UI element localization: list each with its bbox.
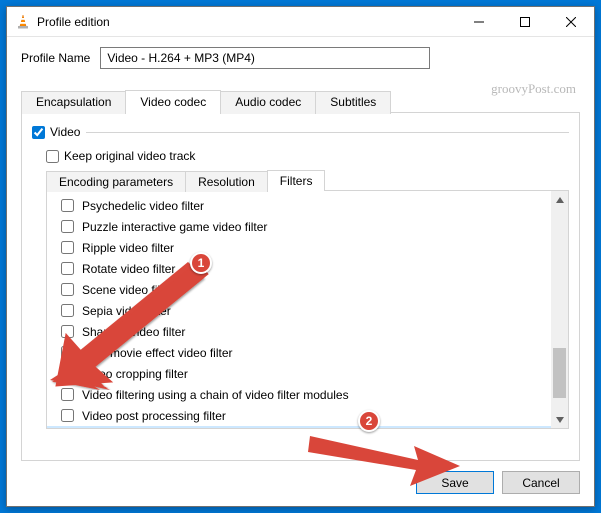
filter-checkbox[interactable] (61, 367, 74, 380)
video-checkbox[interactable] (32, 126, 45, 139)
tab-encapsulation[interactable]: Encapsulation (21, 91, 126, 114)
keep-original-label: Keep original video track (64, 149, 195, 163)
fieldset-line (86, 132, 569, 133)
filter-item[interactable]: VHS movie effect video filter (47, 342, 551, 363)
tab-resolution[interactable]: Resolution (185, 171, 268, 192)
filters-panel: Psychedelic video filter Puzzle interacti… (46, 191, 569, 429)
filter-item[interactable]: Video filtering using a chain of video f… (47, 384, 551, 405)
filter-label: Sharpen video filter (82, 324, 185, 340)
watermark: groovyPost.com (491, 81, 576, 97)
filter-checkbox[interactable] (61, 220, 74, 233)
keep-original-checkbox[interactable] (46, 150, 59, 163)
save-button[interactable]: Save (416, 471, 494, 494)
filter-item[interactable]: Video cropping filter (47, 363, 551, 384)
filter-item[interactable]: Sepia video filter (47, 300, 551, 321)
inner-tabs: Encoding parameters Resolution Filters (46, 169, 569, 191)
filter-label: Rotate video filter (82, 261, 175, 277)
scroll-thumb[interactable] (553, 348, 566, 398)
titlebar: Profile edition (7, 7, 594, 37)
filter-item[interactable]: Video transformation filter (47, 426, 551, 428)
filter-label: Video post processing filter (82, 408, 226, 424)
vlc-icon (15, 14, 31, 30)
profile-name-label: Profile Name (21, 51, 90, 65)
cancel-button[interactable]: Cancel (502, 471, 580, 494)
tab-audio-codec[interactable]: Audio codec (220, 91, 316, 114)
scrollbar[interactable] (551, 191, 568, 428)
maximize-button[interactable] (502, 7, 548, 37)
keep-original-row[interactable]: Keep original video track (46, 149, 569, 163)
filter-checkbox[interactable] (61, 325, 74, 338)
video-checkbox-label: Video (50, 125, 80, 139)
filter-label: Video cropping filter (82, 366, 188, 382)
filter-checkbox[interactable] (61, 346, 74, 359)
profile-edition-window: Profile edition Profile Name groovyPost.… (6, 6, 595, 507)
filter-label: Sepia video filter (82, 303, 171, 319)
dialog-buttons: Save Cancel (21, 471, 580, 494)
window-title: Profile edition (37, 15, 110, 29)
filter-item[interactable]: Rotate video filter (47, 258, 551, 279)
callout-1: 1 (190, 252, 212, 274)
filter-label: Video filtering using a chain of video f… (82, 387, 349, 403)
minimize-button[interactable] (456, 7, 502, 37)
scroll-track[interactable] (551, 208, 568, 411)
filter-label: Psychedelic video filter (82, 198, 204, 214)
filter-checkbox[interactable] (61, 262, 74, 275)
filter-checkbox[interactable] (61, 409, 74, 422)
filter-checkbox[interactable] (61, 283, 74, 296)
profile-name-input[interactable] (100, 47, 430, 69)
filter-label: VHS movie effect video filter (82, 345, 233, 361)
filter-item[interactable]: Puzzle interactive game video filter (47, 216, 551, 237)
filters-list[interactable]: Psychedelic video filter Puzzle interacti… (47, 191, 551, 428)
filter-checkbox[interactable] (61, 304, 74, 317)
scroll-up-button[interactable] (551, 191, 568, 208)
tab-filters[interactable]: Filters (267, 170, 326, 191)
filter-item[interactable]: Ripple video filter (47, 237, 551, 258)
filter-label: Scene video filter (82, 282, 174, 298)
filter-checkbox[interactable] (61, 199, 74, 212)
scroll-down-button[interactable] (551, 411, 568, 428)
close-button[interactable] (548, 7, 594, 37)
tab-video-codec[interactable]: Video codec (125, 90, 221, 113)
tab-encoding-parameters[interactable]: Encoding parameters (46, 171, 186, 192)
callout-2: 2 (358, 410, 380, 432)
filter-label: Puzzle interactive game video filter (82, 219, 267, 235)
filter-checkbox[interactable] (61, 241, 74, 254)
video-checkbox-row[interactable]: Video (32, 125, 80, 139)
tab-subtitles[interactable]: Subtitles (315, 91, 391, 114)
filter-item[interactable]: Video post processing filter (47, 405, 551, 426)
filter-item[interactable]: Psychedelic video filter (47, 195, 551, 216)
video-codec-panel: Video Keep original video track Encoding… (21, 113, 580, 461)
filter-label: Ripple video filter (82, 240, 174, 256)
filter-item[interactable]: Sharpen video filter (47, 321, 551, 342)
filter-checkbox[interactable] (61, 388, 74, 401)
filter-item[interactable]: Scene video filter (47, 279, 551, 300)
